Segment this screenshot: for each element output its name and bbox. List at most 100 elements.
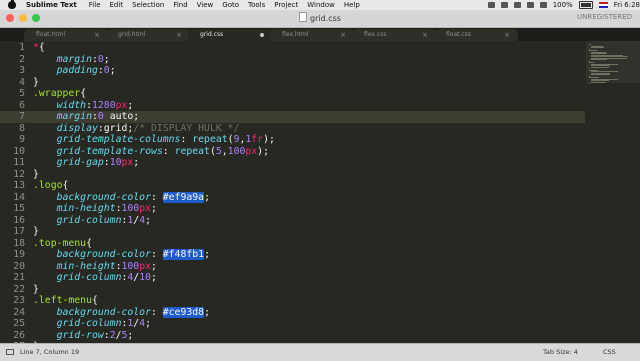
panel-toggle-icon[interactable] [6,349,14,355]
code-text[interactable]: display:grid;/* DISPLAY HULK */ [33,123,240,135]
code-line[interactable]: 26 grid-row:2/5; [0,330,640,342]
menu-goto[interactable]: Goto [222,1,239,9]
menu-window[interactable]: Window [307,1,335,9]
code-line[interactable]: 4} [0,77,640,89]
code-text[interactable]: background-color: #ce93d8; [33,306,210,319]
code-line[interactable]: 11 grid-gap:10px; [0,157,640,169]
code-line[interactable]: 20 min-height:100px; [0,261,640,273]
code-token: px [115,99,128,111]
unsaved-dot-icon[interactable] [260,33,264,37]
tab-grid-css[interactable]: grid.css [188,29,272,41]
menu-tools[interactable]: Tools [248,1,265,9]
close-tab-icon[interactable]: × [94,29,100,41]
menu-find[interactable]: Find [173,1,187,9]
code-line[interactable]: 25 grid-column:1/4; [0,318,640,330]
code-line[interactable]: 8 display:grid;/* DISPLAY HULK */ [0,123,640,135]
code-token: 10 [139,272,151,283]
code-text[interactable]: .left-menu{ [33,295,98,307]
code-token: grid-column [56,272,122,283]
tab-flex-css[interactable]: flex.css × [352,29,436,41]
code-text[interactable]: min-height:100px; [33,203,157,215]
apple-menu-icon[interactable] [8,0,16,9]
code-token: min-height [56,260,116,272]
code-text[interactable]: padding:0; [33,65,116,77]
code-text[interactable]: } [33,226,39,238]
code-line[interactable]: 3 padding:0; [0,65,640,77]
close-tab-icon[interactable]: × [504,29,510,41]
bluetooth-icon[interactable] [539,2,547,8]
minimap[interactable] [586,41,640,343]
tab-float-css[interactable]: float.css × [434,29,518,41]
code-token: auto; [103,111,140,122]
code-line[interactable]: 15 min-height:100px; [0,203,640,215]
tab-size-selector[interactable]: Tab Size: 4 [543,348,578,356]
code-line[interactable]: 6 width:1280px; [0,100,640,112]
close-tab-icon[interactable]: × [422,29,428,41]
code-text[interactable]: margin:0 auto; [33,111,140,123]
status-extension-icon[interactable] [487,2,495,8]
code-token: .wrapper [33,88,81,99]
code-line[interactable]: 7 margin:0 auto; [0,111,585,123]
code-line[interactable]: 22} [0,284,640,296]
wifi-icon[interactable] [526,2,534,8]
code-text[interactable]: .wrapper{ [33,88,86,100]
code-line[interactable]: 13 .logo{ [0,180,640,192]
code-line[interactable]: 14 background-color: #ef9a9a; [0,191,640,204]
code-token: ; [204,191,210,203]
battery-percent[interactable]: 100% [553,1,573,9]
volume-icon[interactable] [513,2,521,8]
document-icon [299,12,308,22]
close-tab-icon[interactable]: × [340,29,346,41]
code-text[interactable]: grid-template-rows: repeat(5,100px); [33,146,269,158]
clock[interactable]: Fri 6:28 [614,1,640,9]
battery-icon[interactable] [578,1,593,9]
code-text[interactable]: grid-gap:10px; [33,157,140,169]
code-line[interactable]: 10 grid-template-rows: repeat(5,100px); [0,146,640,158]
code-line[interactable]: 24 background-color: #ce93d8; [0,306,640,319]
code-token: 1280 [92,99,116,111]
code-line[interactable]: 2 margin:0; [0,54,640,66]
input-source-flag-icon[interactable] [598,2,608,8]
status-cloud-icon[interactable] [500,2,508,8]
code-text[interactable]: background-color: #ef9a9a; [33,191,210,204]
code-text[interactable]: .logo{ [33,180,68,192]
tab-grid-html[interactable]: grid.html × [106,29,190,41]
menu-file[interactable]: File [89,1,101,9]
code-text[interactable]: } [33,77,39,89]
code-line[interactable]: 5 .wrapper{ [0,88,640,100]
code-text[interactable]: .top-menu{ [33,238,92,250]
menu-selection[interactable]: Selection [132,1,164,9]
code-text[interactable]: min-height:100px; [33,261,157,273]
code-line[interactable]: 9 grid-template-columns: repeat(9,1fr); [0,134,640,146]
code-line[interactable]: 16 grid-column:1/4; [0,215,640,227]
menu-view[interactable]: View [197,1,214,9]
tab-float-html[interactable]: float.html × [24,29,108,41]
code-text[interactable]: grid-column:4/10; [33,272,157,284]
menu-help[interactable]: Help [344,1,360,9]
code-text[interactable]: } [33,169,39,181]
code-text[interactable]: grid-column:1/4; [33,215,151,227]
code-line[interactable]: 1 *{ [0,42,640,54]
app-menu[interactable]: Sublime Text [26,1,77,9]
code-text[interactable]: margin:0; [33,54,110,66]
code-editor[interactable]: 1 *{2 margin:0; 3 padding:0; 4} 5 .wrapper{6 … [0,41,640,343]
code-line[interactable]: 17} [0,226,640,238]
code-line[interactable]: 21 grid-column:4/10; [0,272,640,284]
code-text[interactable]: *{ [33,42,45,54]
code-text[interactable]: grid-template-columns: repeat(9,1fr); [33,134,275,146]
code-text[interactable]: grid-row:2/5; [33,330,134,342]
tab-flex-html[interactable]: flex.html × [270,29,354,41]
code-text[interactable]: } [33,284,39,296]
syntax-selector[interactable]: CSS [603,348,616,356]
code-line[interactable]: 19 background-color: #f48fb1; [0,249,640,261]
code-text[interactable]: background-color: #f48fb1; [33,249,210,261]
code-line[interactable]: 12} [0,169,640,181]
code-text[interactable]: width:1280px; [33,99,134,112]
menu-project[interactable]: Project [274,1,298,9]
close-tab-icon[interactable]: × [176,29,182,41]
code-token: .top-menu [33,237,87,249]
menu-edit[interactable]: Edit [110,1,124,9]
code-text[interactable]: grid-column:1/4; [33,318,151,330]
code-line[interactable]: 18 .top-menu{ [0,238,640,250]
code-line[interactable]: 23 .left-menu{ [0,295,640,307]
